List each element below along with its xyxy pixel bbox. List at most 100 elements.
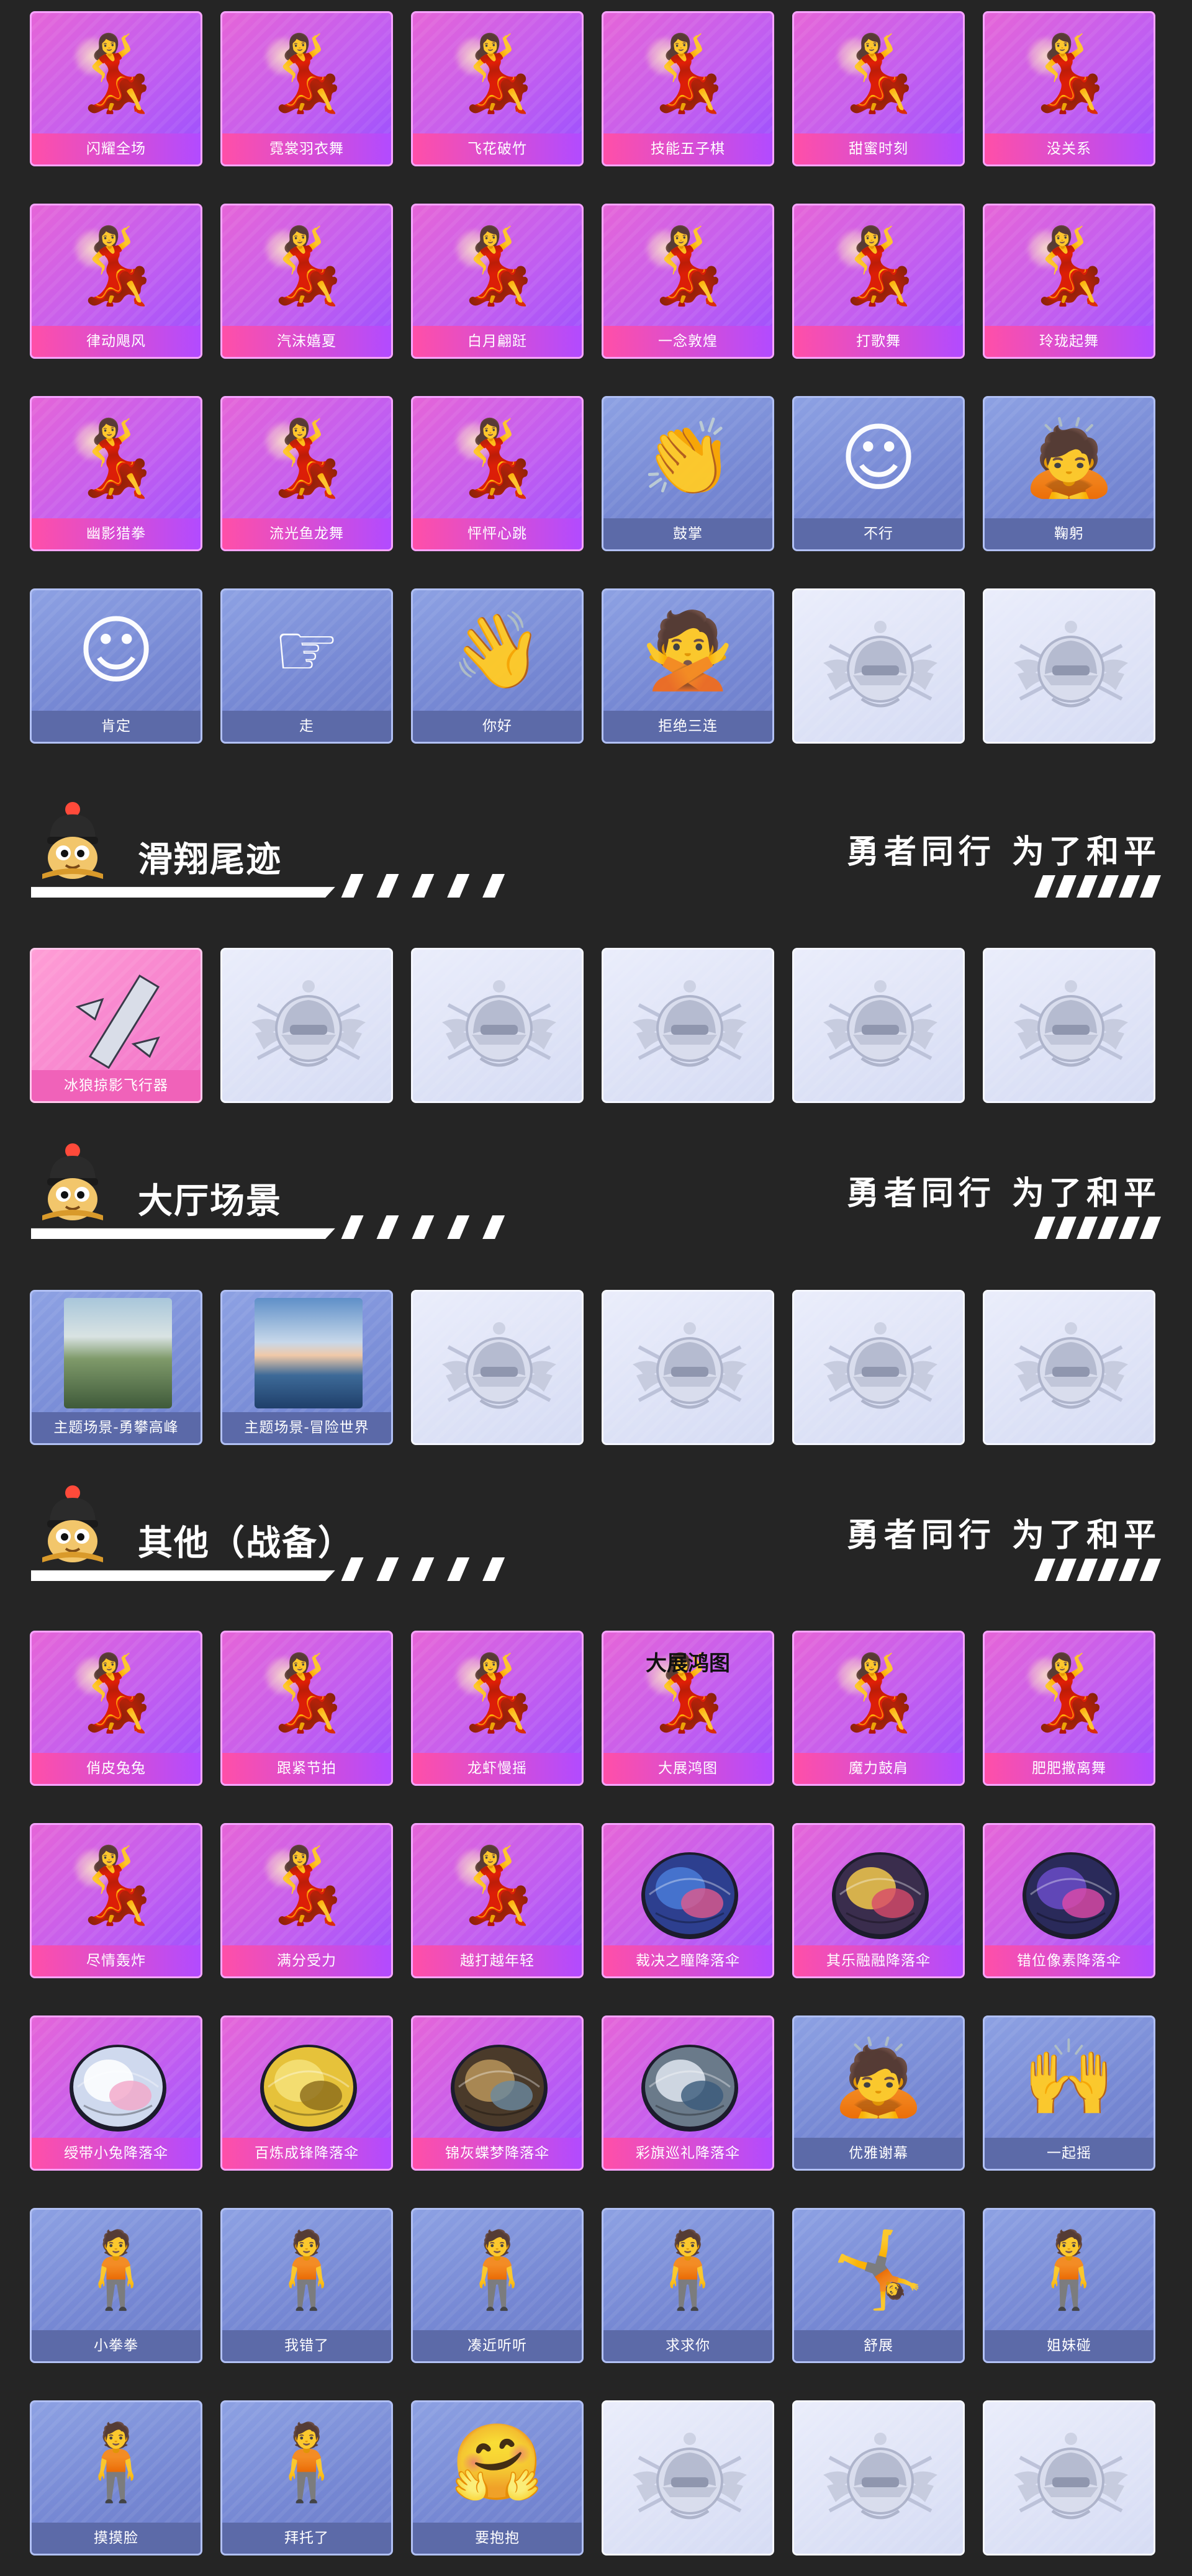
reward-card[interactable]: 💃 玲珑起舞 <box>983 204 1155 359</box>
locked-reward-card[interactable] <box>983 1290 1155 1445</box>
reward-label: 裁决之瞳降落伞 <box>603 1945 772 1976</box>
reward-card[interactable]: 主题场景-勇攀高峰 <box>30 1290 202 1445</box>
reward-card[interactable]: 💃 没关系 <box>983 11 1155 166</box>
reward-label: 越打越年轻 <box>413 1945 582 1976</box>
reward-card[interactable]: 👋 你好 <box>411 588 584 744</box>
locked-reward-card[interactable] <box>792 2400 965 2556</box>
reward-card[interactable]: 💃 龙虾慢摇 <box>411 1631 584 1786</box>
locked-reward-card[interactable] <box>602 1290 774 1445</box>
idle-pose-icon: 🧍 <box>260 2420 353 2506</box>
reward-card[interactable]: ☺ 肯定 <box>30 588 202 744</box>
dance-pose-icon: 💃 <box>641 30 734 117</box>
locked-reward-card[interactable] <box>983 948 1155 1103</box>
reward-card[interactable]: 💃 技能五子棋 <box>602 11 774 166</box>
reward-card[interactable]: 🙌 一起摇 <box>983 2015 1155 2171</box>
slogan-stripe-bar <box>1029 875 1161 898</box>
reward-card[interactable]: 💃 甜蜜时刻 <box>792 11 965 166</box>
section-slogan: 勇者同行 为了和平 <box>846 1175 1161 1212</box>
reward-label: 一起摇 <box>985 2138 1154 2169</box>
reward-card[interactable]: 🧍 求求你 <box>602 2208 774 2363</box>
reward-label: 魔力鼓肩 <box>794 1753 963 1784</box>
reward-label: 姐妹碰 <box>985 2330 1154 2361</box>
reward-card[interactable]: 💃 流光鱼龙舞 <box>220 396 393 551</box>
reward-card[interactable]: 冰狼掠影飞行器 <box>30 948 202 1103</box>
reward-label: 凑近听听 <box>413 2330 582 2361</box>
reward-card[interactable]: ☺ 不行 <box>792 396 965 551</box>
reward-card[interactable]: 主题场景-冒险世界 <box>220 1290 393 1445</box>
reward-card[interactable]: 🧍 凑近听听 <box>411 2208 584 2363</box>
locked-reward-card[interactable] <box>792 1290 965 1445</box>
reward-label: 拒绝三连 <box>603 711 772 742</box>
reward-card[interactable]: 🧍 小拳拳 <box>30 2208 202 2363</box>
locked-reward-card[interactable] <box>983 2400 1155 2556</box>
reward-card[interactable]: 错位像素降落伞 <box>983 1823 1155 1978</box>
dance-pose-icon: 💃 <box>70 1842 163 1929</box>
locked-reward-card[interactable] <box>411 948 584 1103</box>
reward-card[interactable]: 💃 大展鸿图 大展鸿图 <box>602 1631 774 1786</box>
section-title: 大厅场景 <box>138 1181 282 1222</box>
locked-reward-card[interactable] <box>792 948 965 1103</box>
reward-card[interactable]: 🧍 我错了 <box>220 2208 393 2363</box>
reward-card[interactable]: 💃 满分受力 <box>220 1823 393 1978</box>
reward-card[interactable]: 💃 律动飓风 <box>30 204 202 359</box>
reward-card[interactable]: 💃 怦怦心跳 <box>411 396 584 551</box>
reward-row: 💃 闪耀全场 💃 霓裳羽衣舞 💃 飞花破竹 💃 技能五子棋 💃 甜蜜时刻 💃 没关系 <box>30 11 1162 166</box>
reward-card[interactable]: 🤗 要抱抱 <box>411 2400 584 2556</box>
reward-card[interactable]: 🙇 鞠躬 <box>983 396 1155 551</box>
reward-card[interactable]: 💃 肥肥撒离舞 <box>983 1631 1155 1786</box>
reward-card[interactable]: 💃 魔力鼓肩 <box>792 1631 965 1786</box>
locked-reward-card[interactable] <box>792 588 965 744</box>
reward-label: 摸摸脸 <box>32 2523 201 2554</box>
reward-card[interactable]: 💃 幽影猎拳 <box>30 396 202 551</box>
reward-label: 律动飓风 <box>32 326 201 357</box>
reward-label: 霓裳羽衣舞 <box>222 133 391 164</box>
locked-reward-card[interactable] <box>411 1290 584 1445</box>
bow-pose-icon: 🙇 <box>832 2035 925 2121</box>
reward-card[interactable]: 💃 闪耀全场 <box>30 11 202 166</box>
reward-card[interactable]: ☞ 走 <box>220 588 393 744</box>
reward-card[interactable]: 💃 尽情轰炸 <box>30 1823 202 1978</box>
stretch-pose-icon: 🤸 <box>832 2227 925 2313</box>
reward-card[interactable]: 💃 跟紧节拍 <box>220 1631 393 1786</box>
reward-card[interactable]: 💃 汽沫嬉夏 <box>220 204 393 359</box>
dance-pose-icon: 💃 <box>1023 223 1116 309</box>
reward-row: 🧍 小拳拳 🧍 我错了 🧍 凑近听听 🧍 求求你 🤸 舒展 🧍 姐妹碰 <box>30 2208 1162 2363</box>
reward-label: 小拳拳 <box>32 2330 201 2361</box>
reward-card[interactable]: 💃 打歌舞 <box>792 204 965 359</box>
reward-card[interactable]: 🧍 拜托了 <box>220 2400 393 2556</box>
reward-label: 要抱抱 <box>413 2523 582 2554</box>
reward-label: 错位像素降落伞 <box>985 1945 1154 1976</box>
reward-card[interactable]: 锦灰蝶梦降落伞 <box>411 2015 584 2171</box>
reward-card[interactable]: 绶带小兔降落伞 <box>30 2015 202 2171</box>
reward-label: 拜托了 <box>222 2523 391 2554</box>
reward-card[interactable]: 裁决之瞳降落伞 <box>602 1823 774 1978</box>
reward-card[interactable]: 💃 飞花破竹 <box>411 11 584 166</box>
locked-reward-card[interactable] <box>602 948 774 1103</box>
reward-card[interactable]: 其乐融融降落伞 <box>792 1823 965 1978</box>
reward-card[interactable]: 🤸 舒展 <box>792 2208 965 2363</box>
locked-reward-card[interactable] <box>602 2400 774 2556</box>
idle-pose-icon: 🧍 <box>70 2227 163 2313</box>
reward-label: 你好 <box>413 711 582 742</box>
reward-card[interactable]: 💃 霓裳羽衣舞 <box>220 11 393 166</box>
slogan-stripe-bar <box>1029 1559 1161 1581</box>
dance-pose-icon: 💃 <box>1023 1650 1116 1736</box>
reward-card[interactable]: 💃 越打越年轻 <box>411 1823 584 1978</box>
reward-card[interactable]: 💃 一念敦煌 <box>602 204 774 359</box>
reward-card[interactable]: 🧍 姐妹碰 <box>983 2208 1155 2363</box>
locked-reward-card[interactable] <box>220 948 393 1103</box>
reward-card[interactable]: 💃 白月翩跹 <box>411 204 584 359</box>
helmet-emblem-icon <box>1009 965 1133 1089</box>
locked-reward-card[interactable] <box>983 588 1155 744</box>
reward-card[interactable]: 🙇 优雅谢幕 <box>792 2015 965 2171</box>
reward-card[interactable]: 💃 俏皮兔兔 <box>30 1631 202 1786</box>
reward-card[interactable]: 百炼成锋降落伞 <box>220 2015 393 2171</box>
reward-label: 肥肥撒离舞 <box>985 1753 1154 1784</box>
reward-card[interactable]: 彩旗巡礼降落伞 <box>602 2015 774 2171</box>
reward-label: 主题场景-冒险世界 <box>222 1412 391 1443</box>
wave-hand-icon: 👋 <box>451 608 544 694</box>
reward-card[interactable]: 🧍 摸摸脸 <box>30 2400 202 2556</box>
dance-pose-icon: 💃 <box>70 1650 163 1736</box>
reward-card[interactable]: 🙅 拒绝三连 <box>602 588 774 744</box>
reward-card[interactable]: 👏 鼓掌 <box>602 396 774 551</box>
